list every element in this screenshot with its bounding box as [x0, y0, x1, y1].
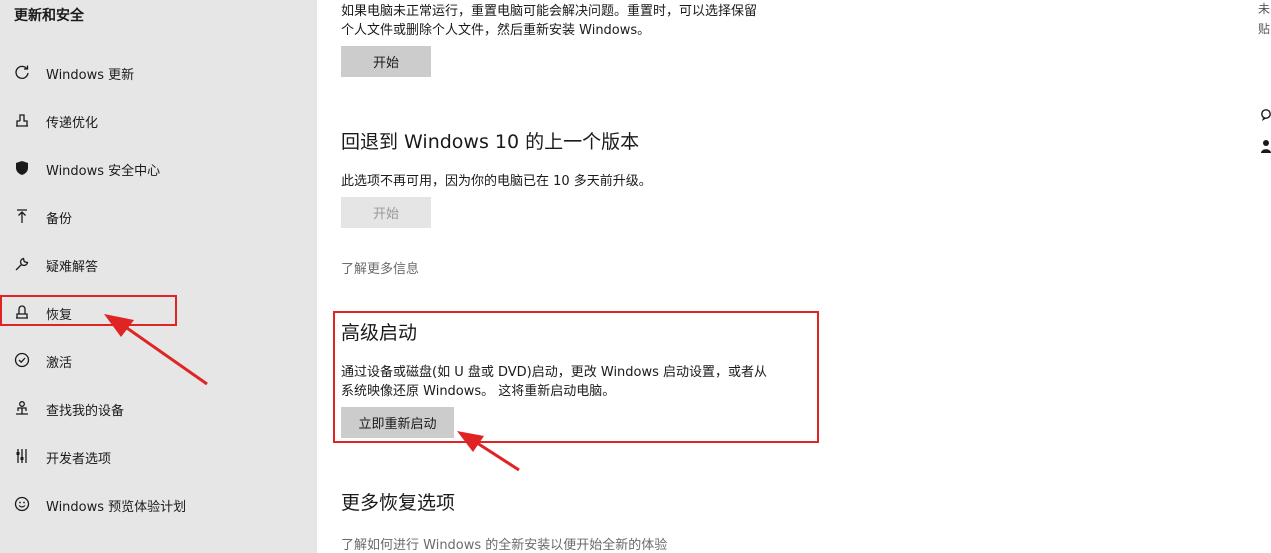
- more-recovery-options-heading: 更多恢复选项: [341, 492, 456, 514]
- feedback-person-icon[interactable]: [1261, 138, 1271, 157]
- rollback-heading: 回退到 Windows 10 的上一个版本: [341, 131, 640, 153]
- right-edge-text-1: 未: [1258, 2, 1271, 16]
- sidebar-item-label: Windows 更新: [46, 68, 135, 83]
- sidebar-item-label: 传递优化: [46, 116, 99, 131]
- sidebar-item-delivery-optimization[interactable]: 传递优化: [0, 100, 317, 140]
- insider-smiley-icon: [13, 495, 31, 513]
- backup-arrow-icon: [13, 207, 31, 225]
- sidebar-item-find-my-device[interactable]: 查找我的设备: [0, 388, 317, 428]
- sidebar-item-label: Windows 安全中心: [46, 164, 161, 179]
- restart-now-button[interactable]: 立即重新启动: [341, 407, 454, 438]
- rollback-description: 此选项不再可用，因为你的电脑已在 10 多天前升级。: [341, 174, 652, 189]
- sidebar-item-windows-update[interactable]: Windows 更新: [0, 52, 317, 92]
- sidebar-item-backup[interactable]: 备份: [0, 196, 317, 236]
- person-location-icon: [13, 399, 31, 417]
- sidebar-item-label: Windows 预览体验计划: [46, 500, 187, 515]
- reset-description-line-1: 如果电脑未正常运行，重置电脑可能会解决问题。重置时，可以选择保留: [341, 4, 758, 19]
- recovery-highlight-box: [0, 295, 177, 326]
- sidebar-item-label: 备份: [46, 212, 73, 227]
- shield-icon: [13, 159, 31, 177]
- sidebar-item-troubleshoot[interactable]: 疑难解答: [0, 244, 317, 284]
- right-panel-fragment: [1247, 0, 1271, 553]
- rollback-learn-more-link[interactable]: 了解更多信息: [341, 258, 419, 277]
- delivery-optimization-icon: [13, 111, 31, 129]
- sync-icon: [13, 63, 31, 81]
- sidebar-item-label: 开发者选项: [46, 452, 112, 467]
- check-circle-icon: [13, 351, 31, 369]
- wrench-icon: [13, 255, 31, 273]
- sidebar: 更新和安全 Windows 更新 传递优化 Windows 安全中心 备份 疑难…: [0, 0, 317, 553]
- fresh-install-link[interactable]: 了解如何进行 Windows 的全新安装以便开始全新的体验: [341, 534, 667, 553]
- help-chat-icon[interactable]: [1261, 106, 1271, 125]
- sidebar-item-developer-options[interactable]: 开发者选项: [0, 436, 317, 476]
- sidebar-item-activation[interactable]: 激活: [0, 340, 317, 380]
- sidebar-item-windows-security[interactable]: Windows 安全中心: [0, 148, 317, 188]
- main-content: [317, 0, 1247, 553]
- right-edge-text-2: 贴: [1258, 22, 1271, 36]
- rollback-start-button[interactable]: 开始: [341, 197, 431, 228]
- sidebar-item-label: 查找我的设备: [46, 404, 125, 419]
- sidebar-title: 更新和安全: [14, 8, 84, 24]
- developer-sliders-icon: [13, 447, 31, 465]
- advanced-startup-heading: 高级启动: [341, 322, 418, 344]
- advanced-startup-description-line-2: 系统映像还原 Windows。 这将重新启动电脑。: [341, 384, 616, 399]
- reset-start-button[interactable]: 开始: [341, 46, 431, 77]
- advanced-startup-description-line-1: 通过设备或磁盘(如 U 盘或 DVD)启动，更改 Windows 启动设置，或者…: [341, 365, 768, 380]
- sidebar-item-label: 疑难解答: [46, 260, 99, 275]
- sidebar-item-label: 激活: [46, 356, 73, 371]
- sidebar-item-windows-insider[interactable]: Windows 预览体验计划: [0, 484, 317, 524]
- reset-description-line-2: 个人文件或删除个人文件，然后重新安装 Windows。: [341, 23, 651, 38]
